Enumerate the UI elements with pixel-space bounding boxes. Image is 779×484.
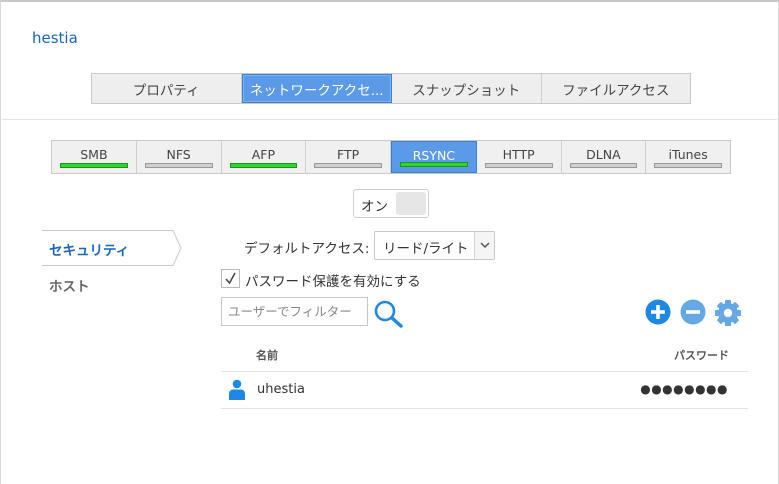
service-tab-label: HTTP bbox=[502, 147, 535, 162]
search-icon[interactable] bbox=[373, 299, 405, 333]
remove-circle-icon bbox=[680, 299, 706, 325]
service-tab-nfs[interactable]: NFS bbox=[137, 141, 222, 173]
password-protect-label: パスワード保護を有効にする bbox=[245, 274, 421, 290]
status-indicator bbox=[654, 163, 722, 168]
table-row-username[interactable]: uhestia bbox=[257, 382, 305, 397]
status-indicator bbox=[229, 163, 298, 168]
status-indicator bbox=[484, 163, 553, 168]
main-tab-bar: プロパティ ネットワークアクセ... スナップショット ファイルアクセス bbox=[91, 73, 691, 104]
service-tab-label: DLNA bbox=[586, 147, 621, 162]
add-circle-icon bbox=[645, 299, 671, 325]
gear-icon bbox=[715, 300, 741, 326]
remove-user-button[interactable] bbox=[680, 299, 706, 325]
default-access-select[interactable]: リード/ライト bbox=[374, 231, 495, 260]
service-tab-http[interactable]: HTTP bbox=[477, 141, 562, 173]
tab-file-access[interactable]: ファイルアクセス bbox=[542, 74, 691, 103]
settings-button[interactable] bbox=[714, 299, 741, 326]
service-tab-dlna[interactable]: DLNA bbox=[562, 141, 647, 173]
table-divider bbox=[221, 408, 748, 409]
status-indicator bbox=[144, 163, 213, 168]
column-header-password: パスワード bbox=[674, 349, 729, 362]
tab-snapshots[interactable]: スナップショット bbox=[392, 74, 542, 103]
table-divider bbox=[221, 371, 748, 372]
service-tab-label: iTunes bbox=[668, 147, 708, 162]
service-tab-smb[interactable]: SMB bbox=[52, 141, 137, 173]
service-tab-label: FTP bbox=[337, 147, 360, 162]
service-tab-rsync[interactable]: RSYNC bbox=[391, 141, 477, 173]
status-indicator bbox=[400, 162, 468, 167]
status-indicator bbox=[569, 163, 638, 168]
window-frame: hestia プロパティ ネットワークアクセ... スナップショット ファイルア… bbox=[0, 0, 779, 484]
sidebar-item-host[interactable]: ホスト bbox=[49, 275, 90, 295]
user-icon bbox=[229, 379, 245, 405]
tab-network-access[interactable]: ネットワークアクセ... bbox=[241, 74, 392, 103]
password-protect-checkbox[interactable] bbox=[221, 269, 240, 288]
service-tab-afp[interactable]: AFP bbox=[222, 141, 307, 173]
default-access-label: デフォルトアクセス: bbox=[244, 241, 370, 257]
sidebar-item-security[interactable]: セキュリティ bbox=[41, 230, 182, 266]
toggle-label: オン bbox=[361, 199, 388, 215]
table-row-password: ●●●●●●●● bbox=[640, 382, 728, 396]
divider bbox=[2, 119, 777, 120]
service-tab-label: SMB bbox=[80, 147, 108, 162]
chevron-down-icon bbox=[474, 232, 494, 259]
checkmark-icon bbox=[225, 272, 236, 285]
service-tab-bar: SMB NFS AFP FTP RSYNC HTTP DLNA iTunes bbox=[51, 140, 731, 174]
status-indicator bbox=[60, 163, 128, 168]
user-filter-input[interactable] bbox=[221, 297, 368, 326]
column-header-name: 名前 bbox=[256, 349, 278, 362]
status-indicator bbox=[314, 163, 382, 168]
service-tab-label: AFP bbox=[251, 147, 276, 162]
add-user-button[interactable] bbox=[645, 299, 671, 325]
toggle-knob[interactable] bbox=[396, 192, 426, 215]
service-toggle[interactable]: オン bbox=[353, 189, 429, 218]
service-tab-itunes[interactable]: iTunes bbox=[646, 141, 730, 173]
service-tab-ftp[interactable]: FTP bbox=[306, 141, 391, 173]
sidebar-item-label: セキュリティ bbox=[49, 243, 130, 259]
default-access-value: リード/ライト bbox=[383, 241, 469, 257]
tab-properties[interactable]: プロパティ bbox=[92, 74, 242, 103]
service-tab-label: RSYNC bbox=[412, 148, 456, 163]
page-title: hestia bbox=[32, 29, 78, 47]
service-tab-label: NFS bbox=[166, 147, 191, 162]
